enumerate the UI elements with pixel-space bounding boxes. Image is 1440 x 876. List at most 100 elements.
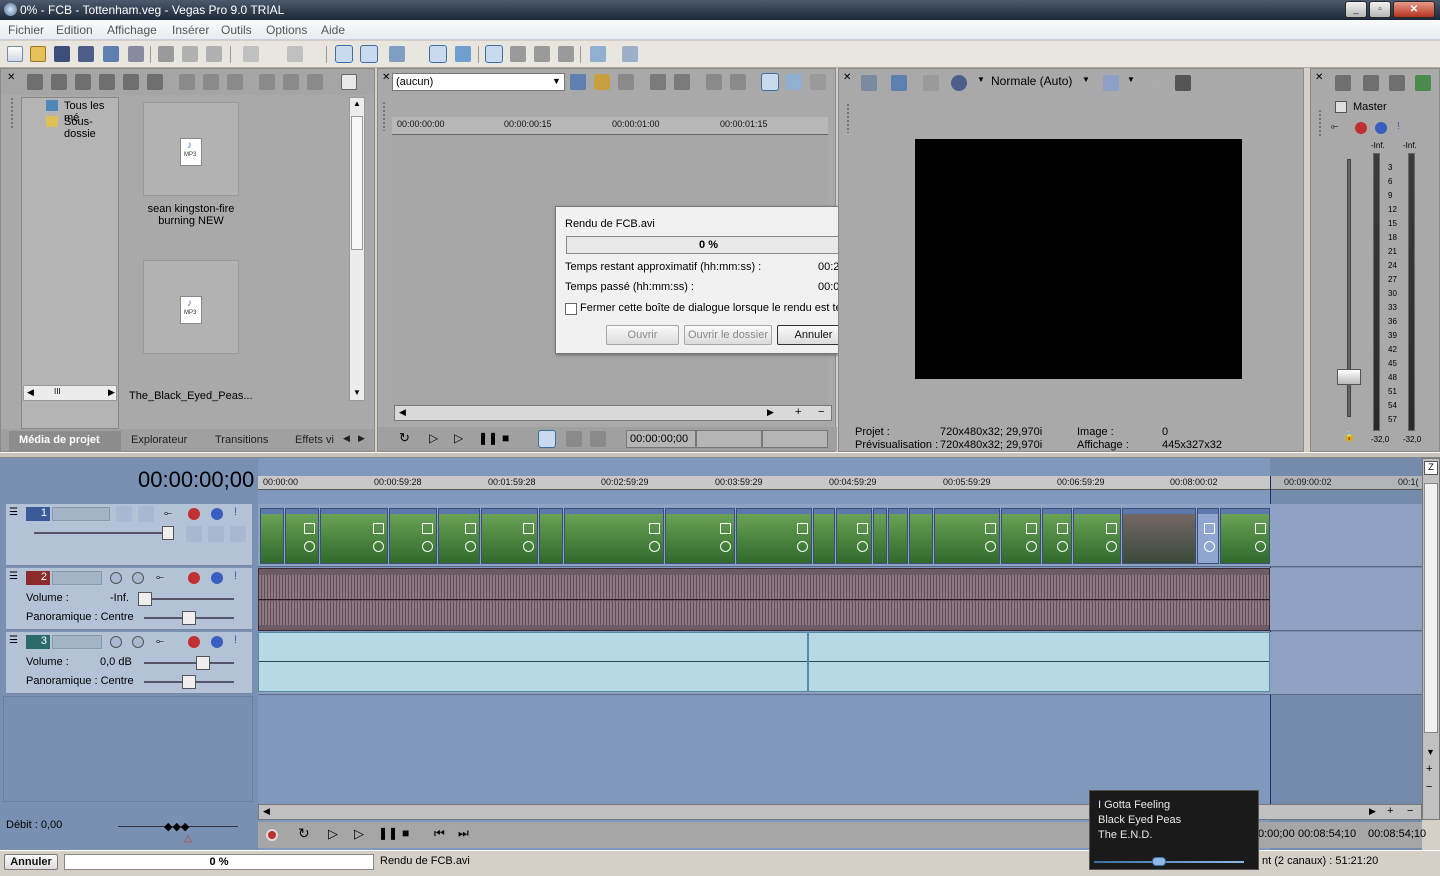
rate-knob-icon[interactable]: ◆◆◆	[164, 820, 189, 833]
make-parent-icon[interactable]	[208, 526, 224, 542]
import-media-icon[interactable]	[27, 74, 43, 90]
save-icon[interactable]	[54, 46, 70, 62]
master-downmix-icon[interactable]	[1363, 75, 1379, 91]
track-solo-icon[interactable]: !	[234, 634, 237, 646]
track-name-field[interactable]	[52, 571, 102, 585]
ignore-grouping-icon[interactable]	[455, 46, 471, 62]
lock-envelopes-icon[interactable]	[389, 46, 405, 62]
get-photo-icon[interactable]	[75, 74, 91, 90]
video-clip[interactable]	[1197, 508, 1219, 564]
redo-icon[interactable]	[287, 46, 303, 62]
track-menu-icon[interactable]: ☰	[9, 635, 18, 646]
envelope-tool-icon[interactable]	[510, 46, 526, 62]
track-mute-icon[interactable]	[211, 508, 223, 520]
invert-phase-icon[interactable]	[132, 572, 144, 584]
video-clip[interactable]	[934, 508, 1000, 564]
extract-audio-icon[interactable]	[99, 74, 115, 90]
play-media-icon[interactable]	[259, 74, 275, 90]
video-clip[interactable]	[285, 508, 319, 564]
media-fx-icon[interactable]	[123, 74, 139, 90]
master-close-icon[interactable]: ✕	[1315, 72, 1323, 83]
arm-record-icon[interactable]	[110, 572, 122, 584]
help-pointer-icon[interactable]	[590, 46, 606, 62]
normal-edit-tool-icon[interactable]	[485, 45, 503, 63]
audio-track-2-lane[interactable]	[258, 568, 1422, 631]
video-clip[interactable]	[1001, 508, 1041, 564]
menu-aide[interactable]: Aide	[321, 23, 345, 37]
video-track-lane[interactable]	[258, 504, 1422, 567]
track-fx-icon[interactable]: ⟜	[164, 508, 172, 519]
track-menu-icon[interactable]: ☰	[9, 571, 18, 582]
selection-start[interactable]: 0:00;00	[1258, 828, 1295, 840]
video-clip[interactable]	[888, 508, 908, 564]
audio-track-3-lane[interactable]	[258, 632, 1422, 695]
preview-quality-dropdown[interactable]: Normale (Auto)	[991, 74, 1072, 88]
video-clip[interactable]	[665, 508, 735, 564]
open-icon[interactable]	[30, 46, 46, 62]
song-progress-knob[interactable]	[1152, 857, 1166, 866]
add-before-icon[interactable]	[590, 431, 606, 447]
composite-level-knob[interactable]	[162, 526, 174, 540]
tab-scroll-right-icon[interactable]: ▶	[358, 433, 365, 444]
master-mute-icon[interactable]	[1375, 122, 1387, 134]
trimmer-lightning-icon[interactable]	[594, 74, 610, 90]
paste-icon[interactable]	[206, 46, 222, 62]
track-motion-icon[interactable]	[116, 506, 132, 522]
audio-clip[interactable]	[808, 632, 1270, 692]
media-vscrollbar[interactable]: ▲ ▼	[349, 97, 365, 401]
timeline-corner-icon[interactable]: Z	[1424, 461, 1438, 475]
cut-icon[interactable]	[158, 46, 174, 62]
parent-composite-icon[interactable]	[186, 526, 202, 542]
close-when-done-label[interactable]: Fermer cette boîte de dialogue lorsque l…	[580, 302, 869, 314]
trimmer-frame-icon[interactable]	[786, 74, 802, 90]
timeline-ruler[interactable]: 00:00:00 00:00:59:28 00:01:59:28 00:02:5…	[258, 476, 1422, 490]
track-mute-icon[interactable]	[211, 572, 223, 584]
new-icon[interactable]	[7, 46, 23, 62]
preview-close-icon[interactable]: ✕	[843, 72, 851, 83]
auto-ripple-icon[interactable]	[360, 45, 378, 63]
menu-affichage[interactable]: Affichage	[107, 23, 157, 37]
open-button[interactable]: Ouvrir	[606, 325, 679, 345]
pan-knob[interactable]	[182, 611, 196, 625]
video-clip[interactable]	[481, 508, 538, 564]
tab-explorer[interactable]: Explorateur	[131, 434, 187, 446]
menu-options[interactable]: Options	[266, 23, 307, 37]
now-playing-popup[interactable]: I Gotta Feeling Black Eyed Peas The E.N.…	[1089, 790, 1259, 870]
video-clip[interactable]	[438, 508, 480, 564]
video-clip[interactable]	[539, 508, 563, 564]
render-icon[interactable]	[103, 46, 119, 62]
video-clip[interactable]	[389, 508, 437, 564]
video-clip[interactable]	[260, 508, 284, 564]
play-from-start-icon[interactable]: ▷	[328, 826, 338, 842]
track-mute-icon[interactable]	[211, 636, 223, 648]
volume-knob[interactable]	[138, 592, 152, 606]
trimmer-clear-icon[interactable]	[618, 74, 634, 90]
search-media-icon[interactable]	[147, 74, 163, 90]
stop-media-icon[interactable]	[283, 74, 299, 90]
trimmer-insert-icon[interactable]	[706, 74, 722, 90]
audio-clip[interactable]	[258, 632, 808, 692]
play-icon[interactable]: ▷	[354, 826, 364, 842]
quality-arrow-icon[interactable]: ▼	[1082, 75, 1090, 84]
close-when-done-checkbox[interactable]	[565, 303, 577, 315]
master-fader-knob[interactable]	[1337, 369, 1361, 385]
tab-video-effects[interactable]: Effets vi	[295, 434, 334, 446]
track-solo-icon[interactable]: !	[234, 506, 237, 518]
selection-length[interactable]: 00:08:54;10	[1368, 828, 1426, 840]
auto-crossfade-icon[interactable]	[429, 45, 447, 63]
trimmer-timecode-end[interactable]	[696, 430, 762, 448]
loop-playback-icon[interactable]: ↻	[298, 825, 310, 842]
video-clip[interactable]	[320, 508, 388, 564]
panel-close-icon[interactable]: ✕	[7, 72, 15, 83]
selection-tool-icon[interactable]	[534, 46, 550, 62]
video-clip[interactable]	[836, 508, 872, 564]
master-dim-icon[interactable]	[1389, 75, 1405, 91]
split-screen-icon[interactable]	[951, 75, 967, 91]
copy-icon[interactable]	[182, 46, 198, 62]
stop-icon[interactable]: ■	[502, 431, 509, 445]
save-as-icon[interactable]	[78, 46, 94, 62]
save-snapshot-icon[interactable]	[1175, 75, 1191, 91]
track-header-video[interactable]: ☰ 1 ⟜ !	[6, 504, 252, 566]
status-cancel-button[interactable]: Annuler	[4, 854, 58, 870]
track-fx-chain-icon[interactable]	[188, 636, 200, 648]
